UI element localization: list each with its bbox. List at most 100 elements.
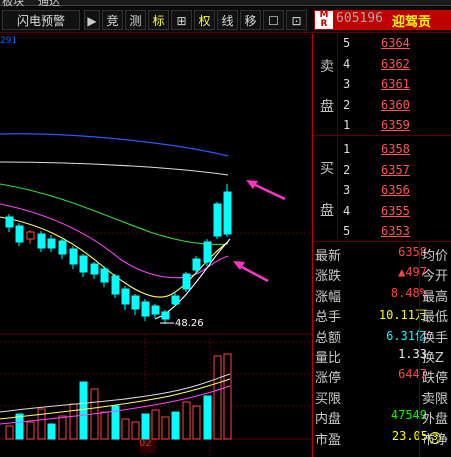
buy-price[interactable]: 6357 bbox=[381, 163, 410, 177]
quote-label-secondary: 换Z bbox=[422, 351, 444, 366]
quote-label-secondary: 今开 bbox=[422, 269, 449, 285]
candle-body bbox=[58, 240, 67, 255]
volume-bar bbox=[203, 395, 212, 440]
quote-label: 总额 bbox=[315, 330, 342, 346]
annotation-arrow bbox=[237, 263, 269, 283]
sell-level-number: 2 bbox=[343, 97, 351, 112]
volume-bar bbox=[171, 411, 180, 440]
candle-body bbox=[131, 295, 140, 310]
buy-price[interactable]: 6353 bbox=[381, 224, 410, 238]
sell-side-label: 卖 bbox=[320, 59, 334, 75]
buy-side-label: 买 bbox=[320, 161, 334, 177]
candle-body bbox=[37, 233, 46, 249]
toolbar-button[interactable]: 竞 bbox=[102, 10, 123, 30]
buy-side-label: 盘 bbox=[320, 203, 334, 219]
sell-price[interactable]: 6364 bbox=[381, 36, 410, 50]
quote-label: 涨停 bbox=[315, 371, 342, 387]
toolbar-button[interactable]: 测 bbox=[125, 10, 146, 30]
candle-body bbox=[223, 191, 232, 235]
toolbar-button[interactable]: ▶ bbox=[84, 10, 100, 30]
quote-label-secondary: 市净 bbox=[422, 432, 449, 448]
volume-bar bbox=[161, 416, 170, 440]
toolbar-button[interactable]: 移 bbox=[240, 10, 261, 30]
candle-body bbox=[203, 241, 212, 263]
toolbar-button[interactable]: 标 bbox=[148, 10, 169, 30]
candle-body bbox=[47, 238, 56, 249]
candle-body bbox=[161, 311, 170, 320]
quote-label-secondary: 外盘 bbox=[422, 412, 449, 428]
sell-price[interactable]: 6359 bbox=[381, 118, 410, 132]
candle-body bbox=[171, 295, 180, 305]
date-axis-label: 02 bbox=[139, 438, 152, 449]
quote-label: 总手 bbox=[315, 310, 342, 326]
candle-body bbox=[192, 258, 201, 271]
candle-body bbox=[121, 288, 130, 305]
panel-divider bbox=[419, 241, 420, 457]
volume-bar bbox=[69, 403, 78, 440]
buy-level-number: 3 bbox=[343, 183, 351, 197]
quote-label: 买限 bbox=[315, 391, 342, 407]
candle-body bbox=[100, 268, 109, 283]
toolbar-button[interactable]: 权 bbox=[194, 10, 215, 30]
sell-level-number: 5 bbox=[343, 36, 351, 50]
quote-label-secondary: 均价 bbox=[422, 249, 449, 264]
quote-value-text: 6.31亿 bbox=[386, 328, 427, 343]
stock-code: 605196 bbox=[336, 11, 383, 26]
volume-bar bbox=[131, 421, 140, 440]
toolbar-button[interactable]: 线 bbox=[217, 10, 238, 30]
buy-level-number: 4 bbox=[343, 203, 351, 218]
quote-label-secondary: 跌停 bbox=[422, 371, 449, 387]
volume-bar bbox=[58, 415, 67, 440]
quote-label: 量比 bbox=[315, 351, 342, 366]
indicator-value: 291 bbox=[0, 36, 18, 46]
sell-level-number: 4 bbox=[343, 56, 351, 71]
flash-alert-button[interactable]: 闪电预警 bbox=[2, 10, 80, 30]
candle-body bbox=[26, 231, 35, 240]
panel-divider bbox=[313, 241, 451, 242]
sell-level-number: 1 bbox=[343, 118, 351, 132]
volume-bar bbox=[26, 421, 35, 440]
quote-label: 内盘 bbox=[315, 412, 342, 428]
quote-label-secondary: 换手 bbox=[422, 330, 449, 346]
candle-body bbox=[5, 216, 14, 228]
candle-body bbox=[111, 275, 120, 295]
toolbar-button[interactable]: ☐ bbox=[263, 10, 284, 30]
buy-level-number: 1 bbox=[343, 142, 351, 156]
quote-label-secondary: 卖限 bbox=[422, 391, 449, 407]
buy-price[interactable]: 6356 bbox=[381, 183, 410, 197]
kline-chart[interactable]: 291 48.26 02 bbox=[0, 34, 312, 457]
sell-side-label: 盘 bbox=[320, 99, 334, 115]
quote-label: 最新 bbox=[315, 249, 342, 264]
volume-bar bbox=[213, 355, 222, 440]
volume-bar bbox=[47, 423, 56, 440]
toolbar-button[interactable]: ⊡ bbox=[286, 10, 307, 30]
volume-bar bbox=[121, 418, 130, 440]
volume-bar bbox=[223, 353, 232, 440]
quote-panel: 卖盘 5 6364 4 6362 3 6361 2 6360 1 6359 买盘 1 6358 2 6357 3… bbox=[312, 34, 451, 457]
panel-divider bbox=[313, 135, 451, 136]
panel-divider bbox=[337, 34, 338, 241]
buy-price[interactable]: 6358 bbox=[381, 142, 410, 156]
toolbar-button[interactable]: ⊞ bbox=[171, 10, 192, 30]
ma-line-short bbox=[154, 238, 231, 320]
candle-body bbox=[182, 273, 191, 290]
candle-body bbox=[213, 203, 222, 237]
sell-level-number: 3 bbox=[343, 77, 351, 91]
kline-canvas[interactable] bbox=[0, 34, 312, 457]
sell-price[interactable]: 6360 bbox=[381, 98, 410, 112]
chart-toolbar: 闪电预警 ▶ 竞测标 ⊞ 权线移 ☐ ⊡ MR 605196 迎驾贡 bbox=[0, 7, 451, 33]
annotation-arrow bbox=[250, 181, 286, 201]
stock-name: 迎驾贡 bbox=[392, 15, 432, 30]
ma-line-white bbox=[0, 161, 229, 176]
volume-bar bbox=[100, 411, 109, 440]
volume-bar bbox=[5, 425, 14, 440]
sell-price[interactable]: 6361 bbox=[381, 77, 410, 91]
sell-price[interactable]: 6362 bbox=[381, 57, 410, 71]
candle-body bbox=[69, 248, 78, 265]
buy-price[interactable]: 6355 bbox=[381, 204, 410, 218]
volume-bar bbox=[15, 413, 24, 440]
volume-bar bbox=[141, 413, 150, 440]
ma-line-blue bbox=[0, 133, 229, 157]
quote-value: 6.31亿 bbox=[386, 327, 427, 344]
volume-bar bbox=[192, 405, 201, 440]
